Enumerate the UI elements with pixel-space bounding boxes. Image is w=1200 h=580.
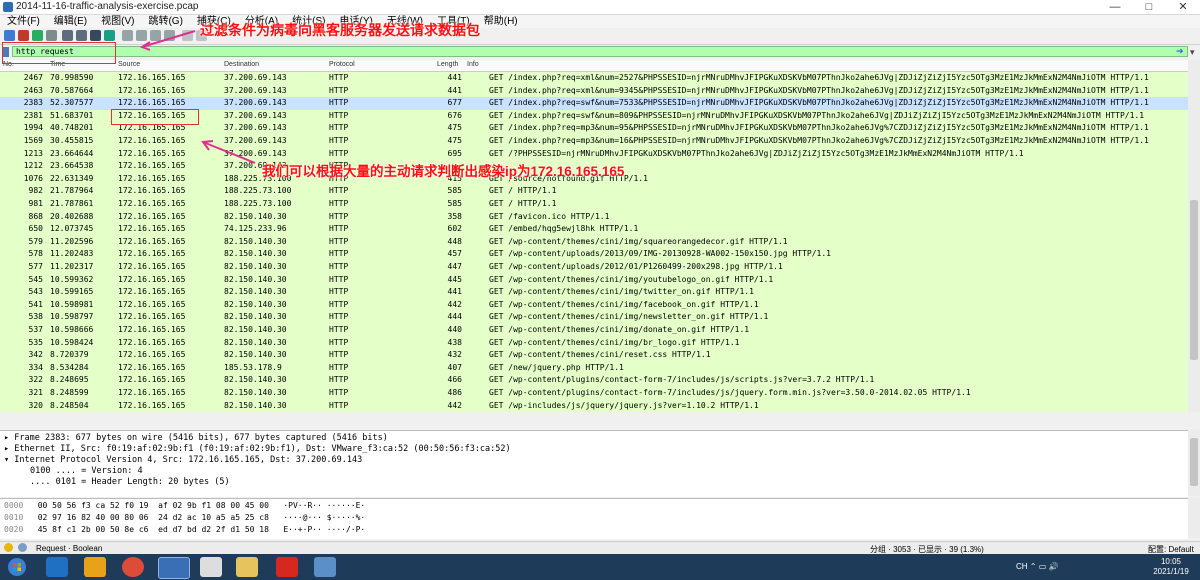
annotation-arrows (139, 30, 256, 164)
annotation-infected-ip-note: 我们可以根据大量的主动请求判断出感染ip为172.16.165.165 (262, 164, 625, 179)
annotation-filter-note: 过滤条件为病毒向黑客服务器发送请求数据包 (200, 22, 480, 38)
